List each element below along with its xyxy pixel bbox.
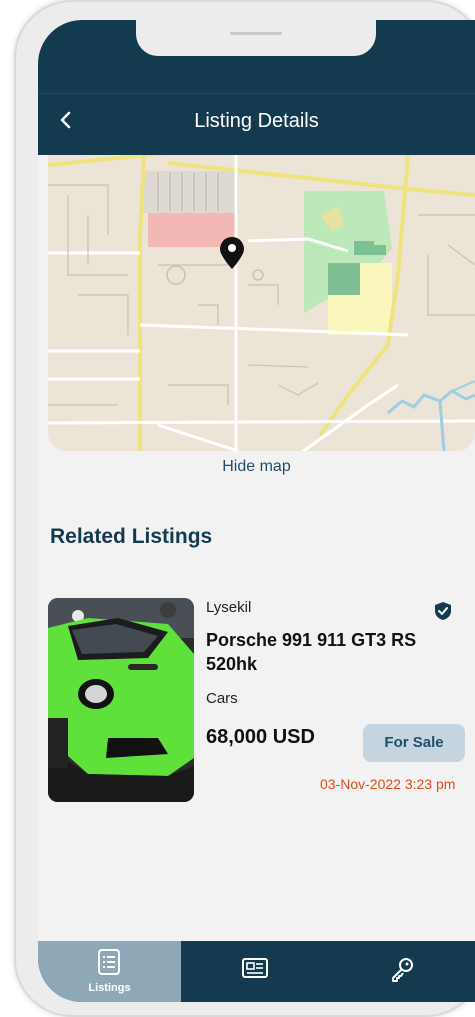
app-screen: Listing Details Hide map Related Listing… [38,20,475,1002]
device-notch [136,20,376,56]
listing-category: Cars [206,690,238,707]
listing-price: 68,000 USD [206,726,315,748]
map-canvas [48,155,475,451]
newspaper-icon [242,958,268,978]
related-listings-heading: Related Listings [50,525,213,548]
tab-listings-label: Listings [88,982,131,994]
page-title: Listing Details [194,110,319,132]
bottom-tab-bar: Listings [38,941,475,1002]
tab-keys[interactable] [328,941,475,1002]
header-divider [38,93,475,94]
car-photo [48,598,194,802]
listing-thumbnail[interactable] [48,598,194,802]
speaker-grille [230,32,282,35]
listing-title[interactable]: Porsche 991 911 GT3 RS 520hk [206,628,436,676]
tab-news[interactable] [181,941,328,1002]
status-badge: For Sale [363,724,465,762]
listing-title-line1: Porsche 991 911 GT3 RS [206,630,417,650]
tab-listings[interactable]: Listings [38,941,181,1002]
location-map[interactable] [48,155,475,451]
verified-shield-icon [435,602,451,620]
listing-location: Lysekil [206,599,252,616]
listing-card[interactable]: Lysekil Porsche 991 911 GT3 RS 520hk Car… [48,598,475,808]
list-icon [98,949,120,975]
listing-date: 03-Nov-2022 3:23 pm [320,776,456,792]
app-header: Listing Details [38,20,475,155]
hide-map-link[interactable]: Hide map [38,458,475,476]
listing-title-line2: 520hk [206,654,258,674]
key-icon [392,958,413,982]
